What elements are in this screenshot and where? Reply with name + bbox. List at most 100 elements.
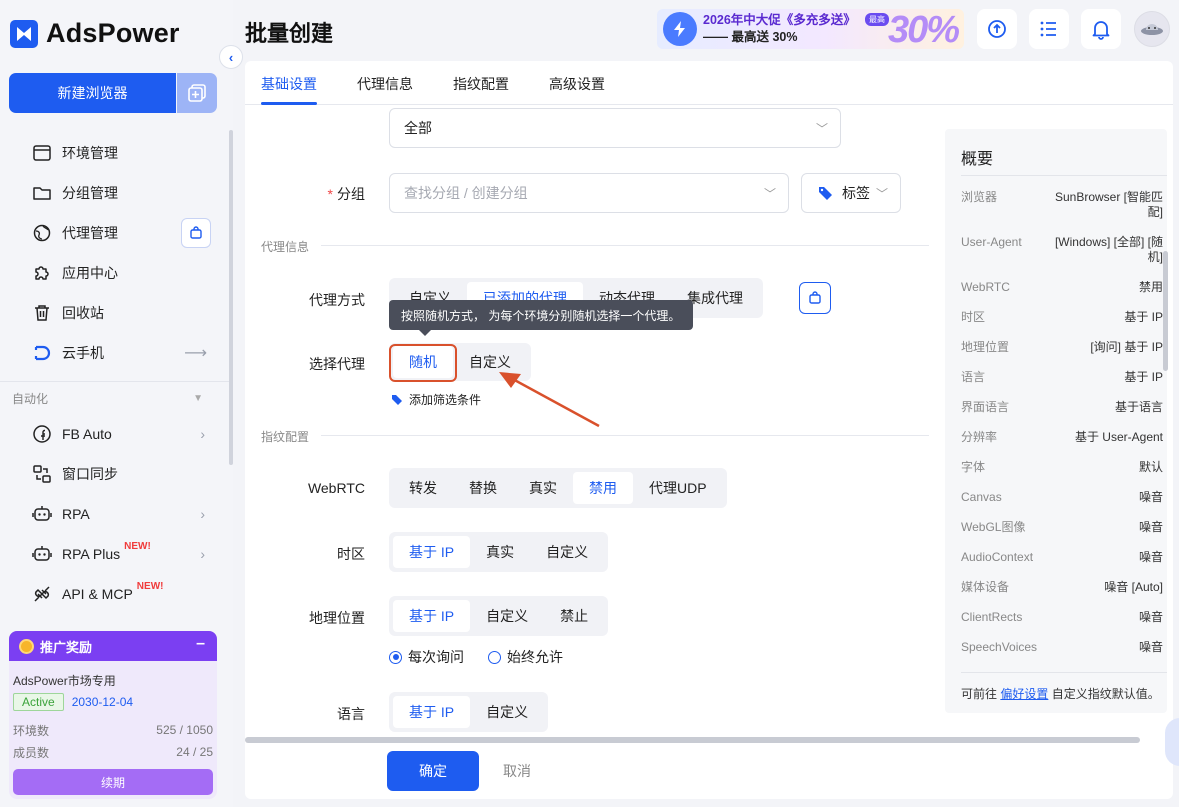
sidebar-item-environments[interactable]: 环境管理: [0, 133, 233, 173]
api-plug-icon: [34, 586, 50, 602]
ufo-avatar-icon: [1141, 24, 1163, 35]
sidebar: AdsPower 新建浏览器 环境管理 分组管理 代理管理 应用中心 回收站 云…: [0, 0, 233, 807]
timezone-ip[interactable]: 基于 IP: [393, 536, 471, 568]
geo-ip[interactable]: 基于 IP: [393, 600, 471, 632]
language-custom[interactable]: 自定义: [470, 696, 544, 728]
avatar[interactable]: [1134, 11, 1170, 47]
new-browser-button[interactable]: 新建浏览器: [9, 73, 176, 113]
caret-down-icon: ▼: [193, 392, 203, 404]
radio-ask-every-time[interactable]: 每次询问: [389, 647, 464, 667]
sidebar-item-rpa[interactable]: RPA ›: [0, 494, 233, 534]
geo-block[interactable]: 禁止: [544, 600, 604, 632]
footer-suffix: 自定义指纹默认值。: [1051, 687, 1160, 701]
minimize-icon[interactable]: –: [196, 635, 205, 653]
webrtc-replace[interactable]: 替换: [453, 472, 513, 504]
sync-button[interactable]: [977, 9, 1017, 49]
webrtc-real[interactable]: 真实: [513, 472, 573, 504]
proxy-shop-button[interactable]: [799, 282, 831, 314]
puzzle-icon: [35, 266, 49, 280]
section-proxy-title: 代理信息: [261, 240, 310, 254]
floating-assistant-button[interactable]: [1165, 718, 1179, 766]
sidebar-item-window-sync[interactable]: 窗口同步: [0, 454, 233, 494]
sidebar-item-fb-auto[interactable]: FB Auto ›: [0, 414, 233, 454]
bag-icon: [190, 226, 202, 239]
renew-button[interactable]: 续期: [13, 769, 213, 795]
timezone-custom[interactable]: 自定义: [530, 536, 604, 568]
member-value: 24 / 25: [176, 745, 213, 759]
proxy-shop-button[interactable]: [181, 218, 211, 248]
task-list-button[interactable]: [1029, 9, 1069, 49]
sidebar-scrollbar[interactable]: [229, 130, 233, 465]
timezone-segmented: 基于 IP 真实 自定义: [389, 532, 609, 572]
sidebar-item-rpa-plus[interactable]: RPA Plus NEW! ›: [0, 534, 233, 574]
arrow-right-icon: ⟶: [184, 345, 207, 362]
tab-fingerprint[interactable]: 指纹配置: [453, 74, 509, 94]
cancel-button[interactable]: 取消: [503, 761, 531, 781]
add-filter-link[interactable]: 添加筛选条件: [391, 391, 481, 408]
promo-header[interactable]: 推广奖励 –: [9, 631, 217, 661]
overview-value: 噪音 [Auto]: [1104, 580, 1163, 594]
env-label: 环境数: [13, 723, 50, 738]
webrtc-proxy-udp[interactable]: 代理UDP: [633, 472, 723, 504]
new-badge: NEW!: [124, 540, 151, 552]
vertical-scrollbar[interactable]: [1163, 251, 1168, 371]
browser-window-icon: [33, 145, 51, 161]
sidebar-item-label: 分组管理: [62, 185, 118, 201]
banner-percent: 30%: [887, 9, 960, 49]
annotation-highlight-box: [389, 344, 457, 382]
radio-always-allow[interactable]: 始终允许: [488, 647, 563, 667]
section-label: 自动化: [12, 391, 49, 406]
collapse-sidebar-button[interactable]: ‹: [219, 45, 243, 69]
radio-dot: [488, 650, 501, 664]
sidebar-item-api-mcp[interactable]: API & MCP NEW!: [0, 574, 233, 614]
required-mark: *: [327, 186, 333, 202]
promo-banner[interactable]: 2026年中大促《多充多送》 —— 最高送 30% 最高 30%: [657, 9, 964, 49]
bell-icon: [1092, 21, 1110, 40]
language-segmented: 基于 IP 自定义: [389, 692, 549, 732]
platform-select[interactable]: 全部 ﹀: [389, 108, 841, 148]
select-value: 全部: [404, 120, 432, 136]
overview-value: 禁用: [1138, 280, 1163, 294]
footer-prefix: 可前往: [961, 687, 998, 701]
divider: [961, 672, 1167, 673]
tag-select[interactable]: 标签 ﹀: [801, 173, 901, 213]
promo-env-row: 环境数 525 / 1050: [13, 719, 213, 741]
tab-advanced[interactable]: 高级设置: [549, 74, 605, 94]
preferences-link[interactable]: 偏好设置: [1000, 687, 1048, 701]
sidebar-item-trash[interactable]: 回收站: [0, 293, 233, 333]
sidebar-item-label: API & MCP: [62, 586, 133, 602]
facebook-icon: [33, 425, 51, 443]
tabs: 基础设置 代理信息 指纹配置 高级设置: [245, 61, 1173, 105]
annotation-arrow-icon: [499, 372, 600, 428]
divider: [321, 435, 929, 436]
sidebar-item-app-center[interactable]: 应用中心: [0, 253, 233, 293]
radio-label: 每次询问: [408, 649, 464, 665]
overview-row: 媒体设备 噪音 [Auto]: [961, 580, 1163, 595]
sidebar-item-groups[interactable]: 分组管理: [0, 173, 233, 213]
timezone-real[interactable]: 真实: [470, 536, 530, 568]
cloud-phone-icon: [34, 345, 51, 361]
language-label: 语言: [337, 706, 365, 722]
language-ip[interactable]: 基于 IP: [393, 696, 471, 728]
sidebar-item-label: FB Auto: [62, 426, 112, 442]
webrtc-forward[interactable]: 转发: [393, 472, 453, 504]
notifications-button[interactable]: [1081, 9, 1121, 49]
geo-custom[interactable]: 自定义: [470, 600, 544, 632]
radio-label: 始终允许: [507, 649, 563, 665]
horizontal-scrollbar[interactable]: [245, 737, 1140, 743]
logo[interactable]: AdsPower: [10, 18, 180, 49]
sidebar-item-proxies[interactable]: 代理管理: [0, 213, 233, 253]
proxy-method-label: 代理方式: [309, 292, 365, 308]
confirm-button[interactable]: 确定: [387, 751, 479, 791]
overview-value: 噪音: [1138, 550, 1163, 564]
batch-add-button[interactable]: [177, 73, 217, 113]
webrtc-disabled[interactable]: 禁用: [573, 472, 633, 504]
tab-basic-settings[interactable]: 基础设置: [261, 74, 317, 94]
coin-icon: [19, 638, 34, 654]
sidebar-item-cloud-phone[interactable]: 云手机 ⟶: [0, 333, 233, 373]
section-automation[interactable]: 自动化 ▼: [0, 382, 233, 414]
chevron-right-icon: ›: [200, 546, 205, 562]
overview-value: 噪音: [1138, 640, 1163, 654]
tab-proxy-info[interactable]: 代理信息: [357, 74, 413, 94]
group-select[interactable]: 查找分组 / 创建分组 ﹀: [389, 173, 789, 213]
